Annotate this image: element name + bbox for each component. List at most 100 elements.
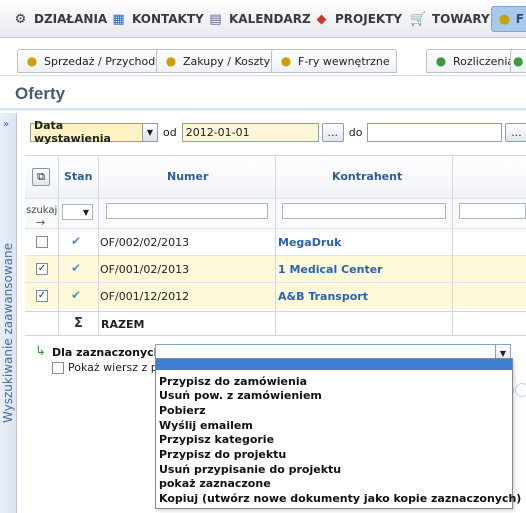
column-divider: [275, 156, 276, 336]
nav-item-kontakty[interactable]: ▦ KONTAKTY: [110, 6, 204, 32]
column-divider: [452, 156, 453, 336]
row-checkbox[interactable]: ✓: [36, 263, 48, 275]
cart-icon: 🛒: [410, 11, 427, 27]
search-cell: szukaj →: [25, 198, 58, 232]
dropdown-option[interactable]: Przypisz do zamówienia: [159, 375, 307, 389]
column-divider: [58, 156, 59, 336]
to-label: do: [348, 125, 363, 139]
offer-number: OF/002/02/2013: [100, 236, 190, 249]
date-filter: Data wystawienia ▼ od ... do ...: [30, 119, 526, 145]
nav-label: PROJEKTY: [335, 12, 403, 26]
extra-search-input[interactable]: [459, 203, 526, 219]
column-header-stan[interactable]: Stan: [59, 156, 98, 198]
pager-button[interactable]: [515, 383, 526, 397]
bulk-actions-label: Dla zaznaczonych:: [52, 346, 166, 359]
dropdown-option[interactable]: Wyślij emailem: [159, 419, 253, 433]
nav-label: KALENDARZ: [229, 12, 311, 26]
contractor-link[interactable]: MegaDruk: [278, 236, 341, 249]
chevron-down-icon: ▼: [82, 207, 89, 217]
date-to-input[interactable]: [367, 122, 503, 142]
nav-item-finanse[interactable]: ● F: [491, 6, 526, 32]
chevron-double-right-icon: »: [3, 119, 10, 130]
dropdown-option[interactable]: pokaż zaznaczone: [159, 477, 271, 491]
title-divider: [0, 108, 526, 111]
top-navigation: ⚙ DZIAŁANIA ▦ KONTAKTY ▤ KALENDARZ ◆ PRO…: [0, 0, 526, 38]
row-checkbox[interactable]: ✓: [36, 290, 48, 302]
status-filter-cell: ▼: [59, 198, 98, 232]
check-icon: ✔: [71, 234, 82, 248]
column-header-kontrahent[interactable]: Kontrahent: [276, 156, 452, 198]
tab-label: Sprzedaż / Przychody: [44, 54, 162, 68]
column-header-numer[interactable]: Numer: [99, 156, 275, 198]
column-divider: [98, 156, 99, 336]
nav-label: KONTAKTY: [132, 12, 204, 26]
dropdown-option[interactable]: Przypisz do projektu: [159, 448, 286, 462]
date-field-value: Data wystawienia: [34, 119, 111, 145]
dropdown-option[interactable]: Usuń pow. z zamówieniem: [159, 389, 322, 403]
column-header-extra: [453, 156, 526, 198]
check-icon: ✔: [71, 288, 82, 302]
coins-icon: ●: [435, 54, 447, 68]
cubes-icon: ◆: [316, 11, 327, 27]
column-header-label: Kontrahent: [332, 170, 403, 183]
calendar-icon: ▤: [209, 11, 222, 27]
number-search-input[interactable]: [106, 203, 268, 219]
tab-label: Zakupy / Koszty: [183, 54, 271, 68]
bulk-actions-dropdown: Przypisz do zamówienia Usuń pow. z zamów…: [155, 358, 521, 509]
address-book-icon: ▦: [112, 11, 125, 27]
column-header-label: Stan: [64, 170, 93, 183]
nav-item-towary[interactable]: 🛒 TOWARY: [410, 6, 490, 32]
dropdown-option[interactable]: Usuń przypisanie do projektu: [159, 463, 341, 477]
dropdown-option[interactable]: Kopiuj (utwórz nowe dokumenty jako kopie…: [159, 492, 521, 506]
offer-number: OF/001/02/2013: [100, 263, 190, 276]
offer-number: OF/001/12/2012: [100, 290, 190, 303]
turn-arrow-icon: ↳: [35, 344, 46, 359]
from-label: od: [163, 125, 177, 139]
tab-more[interactable]: ●: [510, 49, 526, 73]
row-checkbox[interactable]: [36, 236, 48, 248]
nav-label: TOWARY: [432, 12, 490, 26]
tab-zakupy[interactable]: ● Zakupy / Koszty: [156, 49, 278, 73]
dropdown-option[interactable]: Przypisz kategorie: [159, 433, 274, 447]
tab-label: Rozliczenia: [453, 54, 515, 68]
tab-fry-wewnetrzne[interactable]: ● F-ry wewnętrzne: [271, 49, 397, 73]
show-row-checkbox[interactable]: [52, 361, 64, 374]
tab-label: F-ry wewnętrzne: [298, 54, 390, 68]
tab-sprzedaz[interactable]: ● Sprzedaż / Przychody: [17, 49, 169, 73]
column-header-label: Numer: [167, 170, 209, 183]
nav-label: F: [515, 12, 524, 26]
contractor-link[interactable]: A&B Transport: [278, 290, 368, 303]
coins-icon: ●: [513, 54, 524, 68]
check-icon: ✔: [71, 261, 82, 275]
date-to-picker-button[interactable]: ...: [505, 122, 526, 142]
search-label: szukaj: [26, 205, 58, 216]
date-from-input[interactable]: [181, 122, 319, 142]
coins-icon: ●: [498, 11, 511, 27]
offers-grid: ⧉ Stan Numer Kontrahent szukaj → ▼ ✔ OF/…: [25, 155, 526, 336]
sub-tabs: ● Sprzedaż / Przychody ● Zakupy / Koszty…: [0, 38, 526, 76]
select-all-icon[interactable]: ⧉: [32, 168, 50, 186]
date-field-select[interactable]: Data wystawienia ▼: [30, 119, 158, 145]
select-all-header: ⧉: [25, 156, 58, 198]
sigma-icon: Σ: [74, 316, 83, 331]
coins-icon: ●: [165, 54, 177, 68]
dropdown-option[interactable]: Pobierz: [159, 404, 206, 418]
nav-item-projekty[interactable]: ◆ PROJEKTY: [313, 6, 403, 32]
contractor-link[interactable]: 1 Medical Center: [278, 263, 383, 276]
coins-icon: ●: [280, 54, 292, 68]
sum-label: RAZEM: [101, 318, 145, 331]
coins-icon: ●: [26, 54, 38, 68]
nav-item-kalendarz[interactable]: ▤ KALENDARZ: [207, 6, 311, 32]
advanced-search-label: Wyszukiwanie zaawansowane: [1, 242, 15, 423]
dropdown-highlight: [156, 359, 512, 370]
tab-rozliczenia[interactable]: ● Rozliczenia: [426, 49, 522, 73]
nav-item-dzialania[interactable]: ⚙ DZIAŁANIA: [12, 6, 108, 32]
advanced-search-toggle[interactable]: » Wyszukiwanie zaawansowane: [0, 113, 17, 513]
date-from-picker-button[interactable]: ...: [321, 122, 344, 142]
chevron-down-icon: ▼: [142, 123, 157, 141]
gear-icon: ⚙: [14, 11, 27, 27]
show-row-option[interactable]: Pokaż wiersz z pod: [52, 361, 171, 374]
status-filter-select[interactable]: ▼: [62, 204, 93, 220]
nav-label: DZIAŁANIA: [34, 12, 108, 26]
contractor-search-input[interactable]: [282, 203, 446, 219]
